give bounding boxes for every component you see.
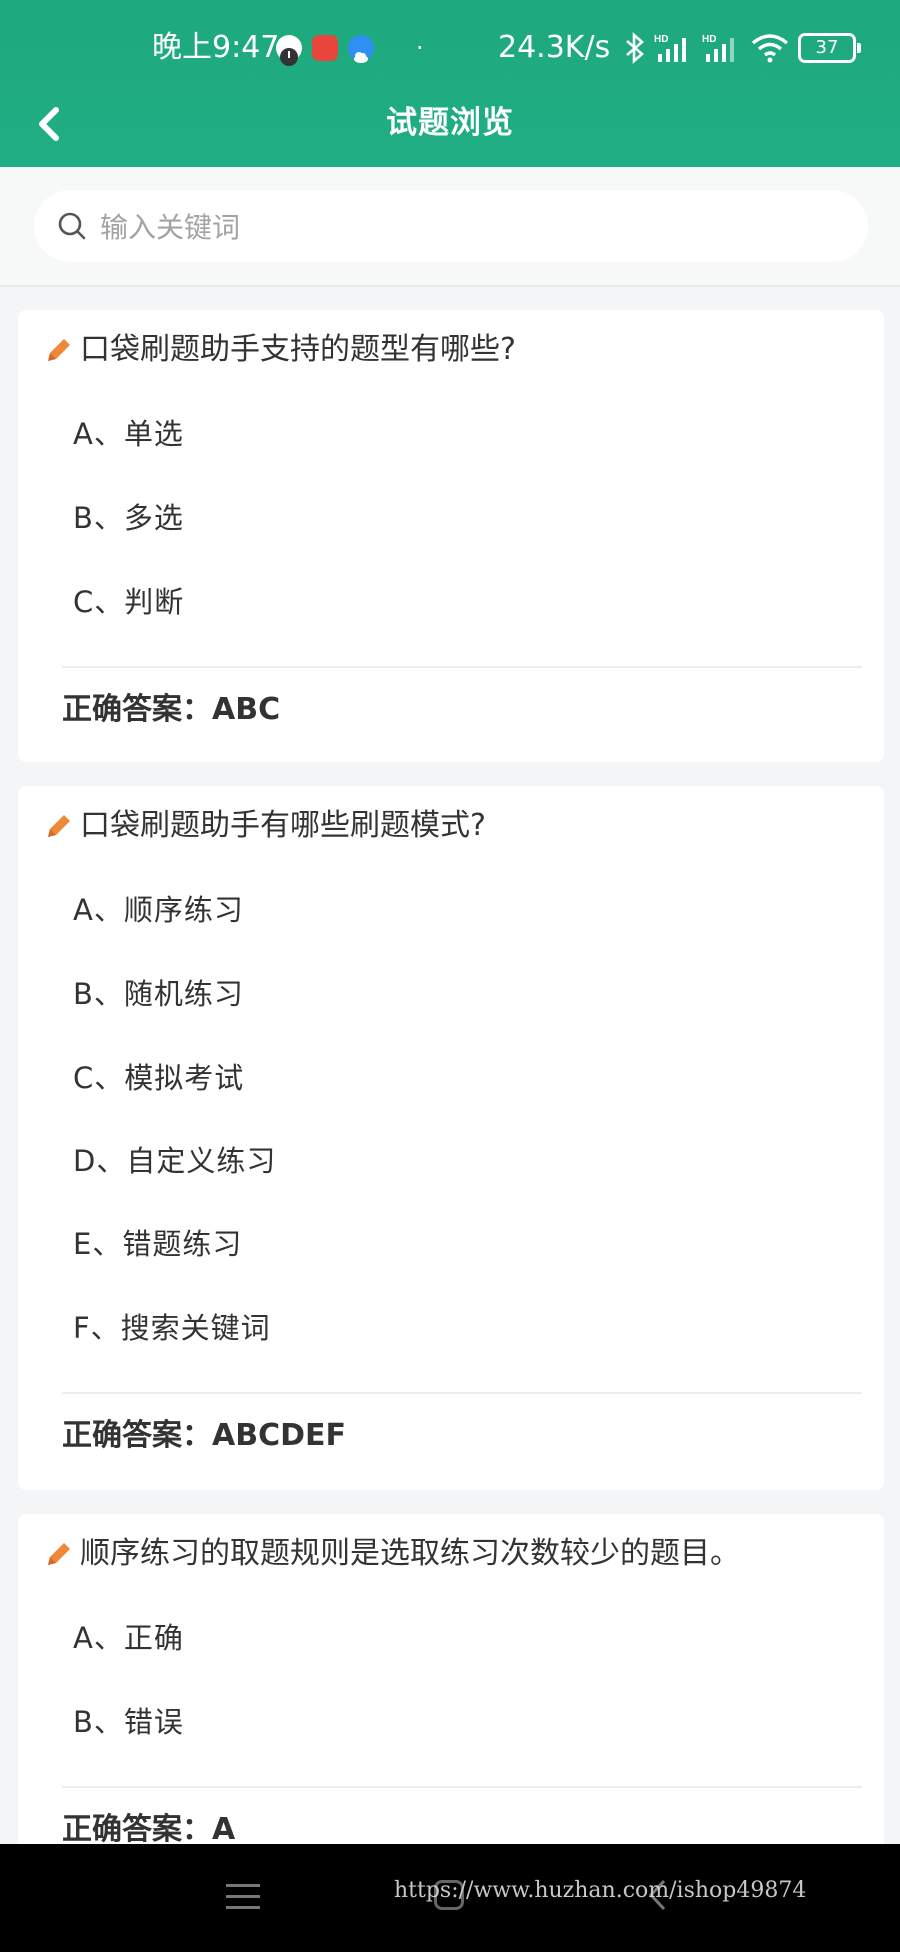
app-notification-icon: [276, 35, 302, 66]
question-text: 口袋刷题助手有哪些刷题模式?: [80, 808, 486, 843]
search-icon: [58, 212, 86, 240]
hd-signal-icon: HD: [702, 34, 734, 62]
question-card[interactable]: 口袋刷题助手有哪些刷题模式? A、顺序练习 B、随机练习 C、模拟考试 D、自定…: [18, 786, 884, 1490]
search-area: [0, 167, 900, 287]
news-app-icon: [312, 35, 338, 61]
network-speed: 24.3K/s: [498, 30, 611, 65]
option-item[interactable]: A、顺序练习: [73, 888, 244, 932]
option-item[interactable]: B、随机练习: [73, 972, 244, 1016]
battery-icon: 37: [798, 33, 861, 63]
status-time: 晚上9:47: [152, 30, 280, 65]
option-item[interactable]: C、模拟考试: [73, 1056, 244, 1100]
question-text: 口袋刷题助手支持的题型有哪些?: [80, 332, 516, 367]
correct-answer: 正确答案：ABC: [62, 692, 281, 727]
option-item[interactable]: A、正确: [73, 1616, 184, 1660]
status-dot: ·: [416, 34, 424, 62]
pencil-icon: [48, 339, 70, 361]
hd-signal-icon: HD: [654, 34, 686, 62]
option-item[interactable]: F、搜索关键词: [73, 1306, 271, 1350]
option-item[interactable]: B、错误: [73, 1700, 184, 1744]
option-item[interactable]: C、判断: [73, 580, 184, 624]
app-header: 晚上9:47 · 24.3K/s HD HD 37 试题浏览: [0, 0, 900, 167]
nav-bar: 试题浏览: [0, 90, 900, 156]
search-input[interactable]: [98, 190, 842, 264]
svg-text:HD: HD: [702, 34, 716, 45]
option-item[interactable]: B、多选: [73, 496, 184, 540]
option-item[interactable]: A、单选: [73, 412, 184, 456]
question-card[interactable]: 顺序练习的取题规则是选取练习次数较少的题目。 A、正确 B、错误 正确答案：A: [18, 1514, 884, 1874]
search-box[interactable]: [34, 190, 868, 264]
pencil-icon: [48, 1543, 70, 1565]
question-card[interactable]: 口袋刷题助手支持的题型有哪些? A、单选 B、多选 C、判断 正确答案：ABC: [18, 310, 884, 762]
question-title: 口袋刷题助手有哪些刷题模式?: [44, 804, 486, 848]
bluetooth-icon: [626, 32, 644, 64]
pencil-icon: [48, 815, 70, 837]
divider: [62, 1786, 862, 1788]
question-title: 口袋刷题助手支持的题型有哪些?: [44, 328, 516, 372]
wifi-icon: [751, 34, 789, 63]
option-item[interactable]: D、自定义练习: [73, 1139, 276, 1183]
correct-answer: 正确答案：ABCDEF: [62, 1418, 346, 1453]
menu-icon[interactable]: [226, 1882, 260, 1912]
status-bar: 晚上9:47 · 24.3K/s HD HD 37: [0, 22, 900, 74]
system-icons: HD HD 37: [624, 32, 861, 64]
watermark-text: https://www.huzhan.com/ishop49874: [394, 1878, 807, 1903]
option-item[interactable]: E、错题练习: [73, 1222, 242, 1266]
divider: [62, 1392, 862, 1394]
cloud-app-icon: [348, 35, 374, 63]
question-text: 顺序练习的取题规则是选取练习次数较少的题目。: [80, 1536, 740, 1571]
page-title: 试题浏览: [386, 105, 514, 141]
svg-text:HD: HD: [654, 34, 668, 45]
divider: [62, 666, 862, 668]
notification-icons: [276, 35, 374, 66]
question-title: 顺序练习的取题规则是选取练习次数较少的题目。: [44, 1532, 740, 1576]
